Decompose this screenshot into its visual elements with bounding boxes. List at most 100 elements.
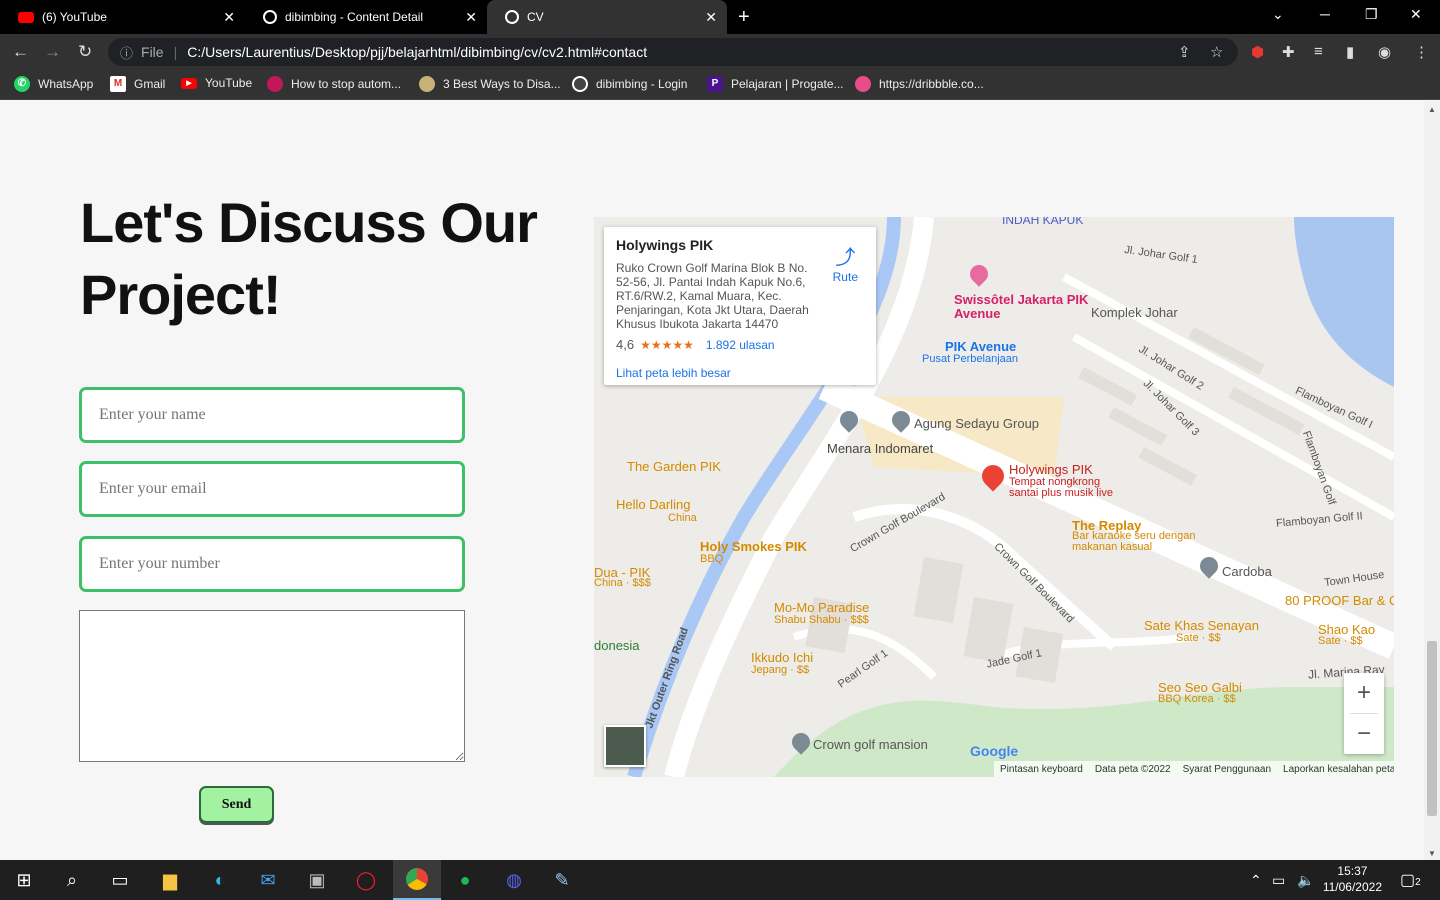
clock[interactable]: 15:37 11/06/2022	[1323, 863, 1382, 895]
bookmark-progate[interactable]: P Pelajaran | Progate...	[707, 76, 844, 92]
name-input[interactable]	[79, 387, 465, 443]
app-icon[interactable]: ▣	[305, 868, 329, 892]
tab-dibimbing[interactable]: dibimbing - Content Detail ✕	[245, 0, 487, 34]
globe-icon	[572, 76, 588, 92]
spotify-icon[interactable]: ●	[453, 868, 477, 892]
media-control-icon[interactable]: ≡	[1314, 43, 1323, 60]
map-label: The Garden PIK	[627, 459, 721, 474]
terms-link[interactable]: Syarat Penggunaan	[1183, 764, 1271, 775]
bookmark-dibimbing-login[interactable]: dibimbing - Login	[572, 76, 687, 92]
address-bar[interactable]: ⓘ File | C:/Users/Laurentius/Desktop/pjj…	[108, 38, 1238, 66]
map-label: Sate Khas Senayan	[1144, 618, 1259, 633]
close-window-icon[interactable]: ✕	[1410, 6, 1422, 23]
file-explorer-icon[interactable]: ▆	[158, 868, 182, 892]
tab-youtube[interactable]: (6) YouTube ✕	[0, 0, 245, 34]
scroll-down-icon[interactable]: ▼	[1428, 849, 1436, 858]
tab-title: CV	[527, 10, 544, 24]
tab-search-icon[interactable]: ⌄	[1272, 6, 1284, 23]
keyboard-shortcuts-link[interactable]: Pintasan keyboard	[1000, 764, 1083, 775]
extension-icon[interactable]: ⬢	[1251, 43, 1264, 61]
new-tab-button[interactable]: +	[738, 6, 750, 29]
directions-button[interactable]: ⤴ Rute	[833, 241, 858, 284]
map-label: BBQ	[700, 553, 724, 565]
tab-title: dibimbing - Content Detail	[285, 10, 424, 24]
zoom-out-button[interactable]: −	[1344, 714, 1384, 754]
send-button[interactable]: Send	[199, 786, 274, 823]
message-textarea[interactable]	[79, 610, 465, 762]
scroll-up-icon[interactable]: ▲	[1428, 105, 1436, 114]
tab-title: (6) YouTube	[42, 10, 107, 24]
progate-icon: P	[707, 76, 723, 92]
minimize-icon[interactable]: ─	[1320, 6, 1330, 22]
number-input[interactable]	[79, 536, 465, 592]
close-tab-icon[interactable]: ✕	[223, 9, 235, 26]
paint-icon[interactable]: ✎	[550, 868, 574, 892]
site-icon	[419, 76, 435, 92]
close-tab-icon[interactable]: ✕	[465, 9, 477, 26]
tab-cv[interactable]: CV ✕	[487, 0, 727, 34]
map-label: donesia	[594, 638, 640, 653]
site-icon	[267, 76, 283, 92]
map-label: Swissôtel Jakarta PIK Avenue	[954, 292, 1089, 321]
separator: |	[173, 44, 178, 60]
show-hidden-icons-icon[interactable]: ⌃	[1250, 872, 1262, 889]
mail-icon[interactable]: ✉	[256, 868, 280, 892]
map-label: BBQ Korea · $$	[1158, 693, 1236, 705]
map-label: Pusat Perbelanjaan	[922, 353, 1019, 365]
place-name: Holywings PIK	[616, 237, 714, 253]
opera-icon[interactable]: ◯	[354, 868, 378, 892]
profile-icon[interactable]: ◉	[1378, 43, 1391, 61]
restore-icon[interactable]: ❐	[1365, 6, 1378, 23]
file-label: File	[141, 44, 164, 60]
map-label: Hello Darling	[616, 497, 691, 512]
extensions-puzzle-icon[interactable]: ✚	[1282, 43, 1295, 61]
scrollbar-thumb[interactable]	[1427, 641, 1437, 816]
globe-icon	[505, 10, 519, 24]
forward-icon[interactable]: →	[44, 42, 61, 62]
url-text[interactable]: C:/Users/Laurentius/Desktop/pjj/belajarh…	[187, 44, 647, 60]
place-address: Ruko Crown Golf Marina Blok B No. 52-56,…	[616, 261, 809, 331]
contact-heading: Let's Discuss Our Project!	[80, 191, 538, 326]
map-label: Shabu Shabu · $$$	[774, 614, 869, 626]
side-panel-icon[interactable]: ▮	[1346, 43, 1354, 61]
map-label: PIK Avenue	[945, 339, 1017, 354]
zoom-in-button[interactable]: +	[1344, 673, 1384, 713]
view-larger-map-link[interactable]: Lihat peta lebih besar	[616, 366, 864, 380]
whatsapp-icon: ✆	[14, 76, 30, 92]
bookmark-gmail[interactable]: M Gmail	[110, 76, 165, 92]
reload-icon[interactable]: ↻	[78, 42, 92, 62]
edge-icon[interactable]: ◐	[208, 868, 232, 892]
notification-count: 2	[1415, 877, 1421, 888]
page-scrollbar[interactable]: ▲ ▼	[1424, 101, 1440, 860]
map-label: INDAH KAPUK	[1002, 217, 1084, 227]
network-icon[interactable]: ▭	[1272, 872, 1285, 889]
info-icon[interactable]: ⓘ	[120, 43, 133, 62]
report-error-link[interactable]: Laporkan kesalahan peta	[1283, 764, 1394, 775]
menu-icon[interactable]: ⋮	[1414, 43, 1429, 61]
google-logo: Google	[970, 743, 1019, 759]
embedded-map[interactable]: Holywings PIK Ruko Crown Golf Marina Blo…	[594, 217, 1394, 777]
chrome-icon[interactable]	[393, 860, 441, 900]
bookmark-youtube[interactable]: ▶ YouTube	[181, 76, 252, 90]
reviews-link[interactable]: 1.892 ulasan	[706, 338, 775, 352]
bookmark-star-icon[interactable]: ☆	[1210, 43, 1223, 61]
globe-icon	[263, 10, 277, 24]
bookmark-dribbble[interactable]: https://dribbble.co...	[855, 76, 984, 92]
email-input[interactable]	[79, 461, 465, 517]
discord-icon[interactable]: ◍	[502, 868, 526, 892]
share-icon[interactable]: ⇪	[1178, 43, 1191, 61]
notification-icon[interactable]: ▢2	[1400, 870, 1421, 890]
bookmark-how-to-stop[interactable]: How to stop autom...	[267, 76, 401, 92]
back-icon[interactable]: ←	[12, 42, 29, 62]
task-view-icon[interactable]: ▭	[108, 868, 132, 892]
bookmark-whatsapp[interactable]: ✆ WhatsApp	[14, 76, 93, 92]
search-icon[interactable]: ⌕	[60, 868, 84, 892]
satellite-toggle-button[interactable]	[604, 725, 646, 767]
map-label: Bar karaoke seru dengan makanan kasual	[1072, 530, 1196, 553]
map-data-text: Data peta ©2022	[1094, 763, 1171, 775]
bookmark-3-best-ways[interactable]: 3 Best Ways to Disa...	[419, 76, 561, 92]
close-tab-icon[interactable]: ✕	[705, 9, 717, 26]
volume-icon[interactable]: 🔈	[1297, 872, 1314, 889]
start-menu-icon[interactable]: ⊞	[12, 868, 36, 892]
map-label: Komplek Johar	[1091, 305, 1178, 320]
